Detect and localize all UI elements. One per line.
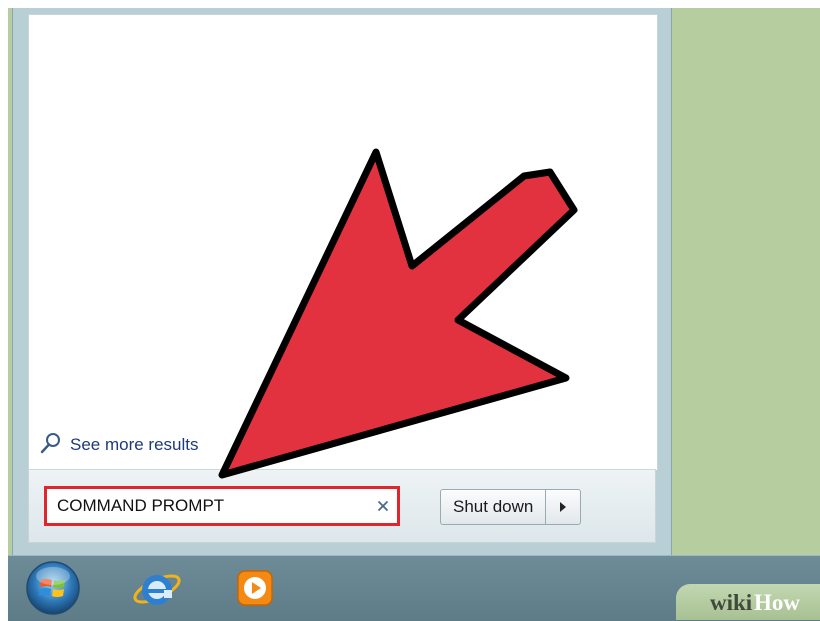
shutdown-button[interactable]: Shut down	[441, 490, 547, 524]
svg-text:How: How	[754, 590, 800, 615]
chevron-right-icon[interactable]	[546, 490, 580, 524]
search-input[interactable]	[47, 488, 369, 524]
windows-start-orb-icon[interactable]	[24, 560, 82, 616]
close-icon[interactable]	[369, 489, 397, 523]
search-box	[44, 486, 400, 526]
see-more-results-link[interactable]: See more results	[40, 432, 199, 458]
programs-pane	[28, 14, 658, 470]
shutdown-control: Shut down	[440, 489, 582, 525]
internet-explorer-icon[interactable]	[128, 560, 186, 616]
see-more-results-label: See more results	[70, 435, 199, 454]
media-player-icon[interactable]	[226, 560, 284, 616]
svg-text:wiki: wiki	[710, 590, 753, 615]
search-icon	[40, 432, 62, 459]
wikihow-watermark: wiki How	[676, 584, 820, 620]
